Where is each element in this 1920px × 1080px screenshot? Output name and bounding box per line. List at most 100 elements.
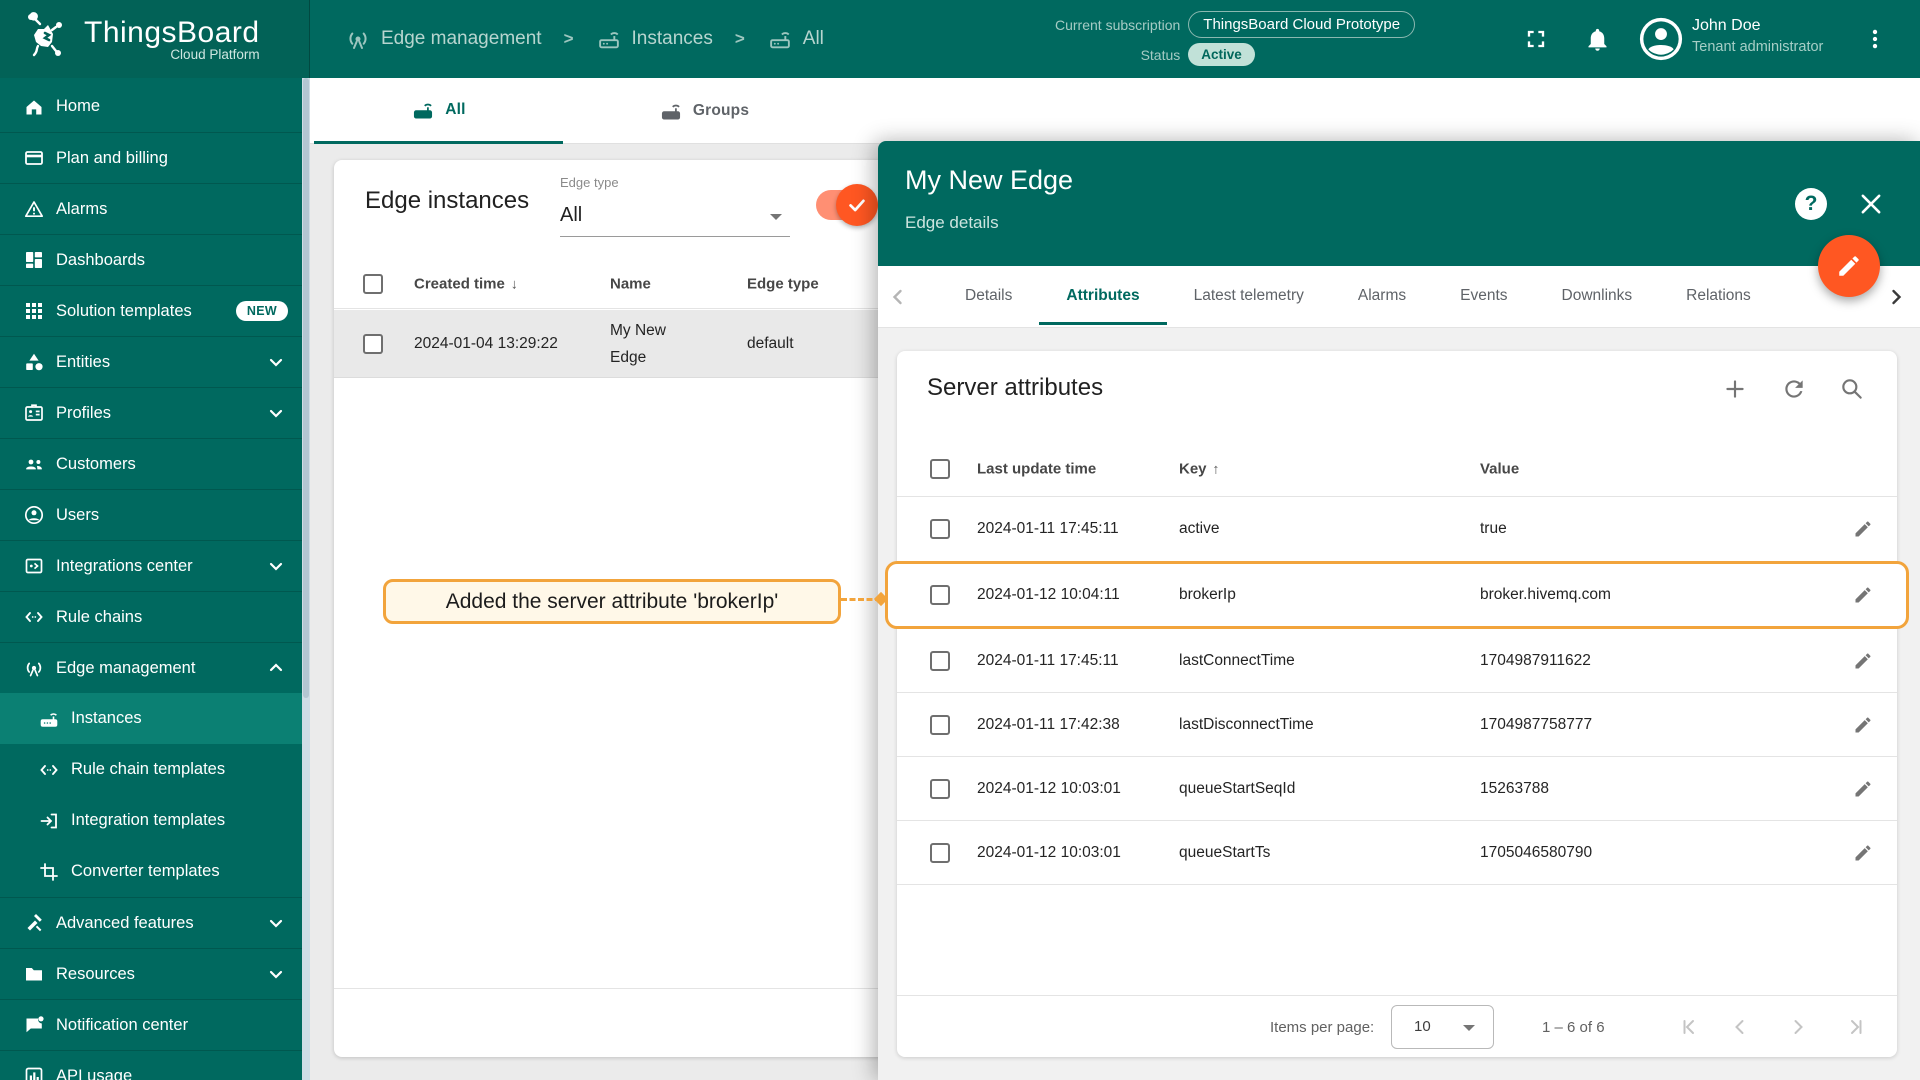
sidebar: Home Plan and billing Alarms Dashboards … xyxy=(0,78,310,1080)
sidebar-item-home[interactable]: Home xyxy=(0,81,302,132)
close-icon[interactable] xyxy=(1857,190,1885,218)
attribute-row[interactable]: 2024-01-11 17:45:11 lastConnectTime 1704… xyxy=(897,629,1897,693)
sidebar-item-alarms[interactable]: Alarms xyxy=(0,183,302,234)
edge-instances-title: Edge instances xyxy=(365,187,530,214)
dropdown-arrow-icon xyxy=(1463,1025,1475,1031)
tab-alarms[interactable]: Alarms xyxy=(1331,266,1433,325)
notifications-button[interactable] xyxy=(1584,0,1611,78)
sidebar-item-edge-management[interactable]: Edge management xyxy=(0,642,302,693)
sidebar-item-plan-and-billing[interactable]: Plan and billing xyxy=(0,132,302,183)
fullscreen-button[interactable] xyxy=(1522,0,1550,78)
tab-relations[interactable]: Relations xyxy=(1659,266,1778,325)
tabs-scroll-left-icon[interactable] xyxy=(886,285,910,309)
subscription-plan-chip[interactable]: ThingsBoard Cloud Prototype xyxy=(1188,11,1416,38)
sort-desc-icon[interactable]: ↓ xyxy=(511,276,518,292)
row-checkbox[interactable] xyxy=(930,519,950,539)
last-page-icon[interactable] xyxy=(1843,1015,1867,1039)
attribute-row[interactable]: 2024-01-11 17:45:11 active true xyxy=(897,497,1897,561)
sidebar-item-integration-templates[interactable]: Integration templates xyxy=(0,795,302,846)
row-checkbox[interactable] xyxy=(930,778,950,799)
scrollbar-thumb[interactable] xyxy=(303,78,309,698)
sidebar-item-entities[interactable]: Entities xyxy=(0,336,302,387)
help-button[interactable]: ? xyxy=(1795,188,1827,220)
app-logo[interactable]: ThingsBoard Cloud Platform xyxy=(0,0,310,78)
sidebar-item-customers[interactable]: Customers xyxy=(0,438,302,489)
tab-events[interactable]: Events xyxy=(1433,266,1534,325)
more-menu-button[interactable] xyxy=(1862,0,1888,78)
router-icon xyxy=(598,32,619,49)
select-all-checkbox[interactable] xyxy=(930,459,950,479)
edge-management-icon xyxy=(26,662,42,677)
sidebar-item-solution-templates[interactable]: Solution templates NEW xyxy=(0,285,302,336)
edit-attribute-icon[interactable] xyxy=(1853,519,1873,539)
sidebar-item-profiles[interactable]: Profiles xyxy=(0,387,302,438)
crop-icon xyxy=(40,862,58,881)
items-per-page-select[interactable]: 10 xyxy=(1391,1005,1494,1049)
sidebar-item-api-usage[interactable]: API usage xyxy=(0,1050,302,1080)
row-checkbox[interactable] xyxy=(363,334,383,354)
pagination-range: 1 – 6 of 6 xyxy=(1542,1019,1605,1036)
breadcrumb-label: All xyxy=(802,28,824,49)
edit-attribute-icon[interactable] xyxy=(1853,779,1873,799)
breadcrumb-all[interactable]: All xyxy=(767,26,824,52)
first-page-icon[interactable] xyxy=(1678,1015,1702,1039)
exit-to-app-icon xyxy=(40,813,57,828)
sort-asc-icon[interactable]: ↑ xyxy=(1213,460,1220,476)
sidebar-item-rule-chains[interactable]: Rule chains xyxy=(0,591,302,642)
edge-type-select[interactable]: All xyxy=(560,196,790,237)
subscription-label: Current subscription xyxy=(1055,16,1181,33)
breadcrumb-edge-management[interactable]: Edge management xyxy=(345,26,542,52)
chevron-down-icon xyxy=(269,970,283,979)
user-avatar[interactable] xyxy=(1638,0,1684,78)
chevron-down-icon xyxy=(269,409,283,418)
tab-downlinks[interactable]: Downlinks xyxy=(1535,266,1660,325)
breadcrumb-label: Edge management xyxy=(381,28,542,49)
sidebar-item-integrations-center[interactable]: Integrations center xyxy=(0,540,302,591)
user-menu[interactable]: John Doe Tenant administrator xyxy=(1692,17,1823,55)
status-label: Status xyxy=(1140,46,1181,63)
edit-attribute-icon[interactable] xyxy=(1853,651,1873,671)
row-checkbox[interactable] xyxy=(930,650,950,671)
select-all-checkbox[interactable] xyxy=(363,274,383,294)
edit-attribute-icon[interactable] xyxy=(1853,585,1873,605)
tab-latest-telemetry[interactable]: Latest telemetry xyxy=(1167,266,1331,325)
next-page-icon[interactable] xyxy=(1786,1015,1810,1039)
sidebar-item-rule-chain-templates[interactable]: Rule chain templates xyxy=(0,744,302,795)
tab-all[interactable]: All xyxy=(314,78,563,144)
tools-icon xyxy=(27,914,42,932)
previous-page-icon[interactable] xyxy=(1728,1015,1752,1039)
tab-details[interactable]: Details xyxy=(938,266,1039,325)
sidebar-item-dashboards[interactable]: Dashboards xyxy=(0,234,302,285)
sidebar-scrollbar[interactable] xyxy=(302,78,310,1080)
edit-fab-button[interactable] xyxy=(1818,235,1880,297)
edit-attribute-icon[interactable] xyxy=(1853,843,1873,863)
row-checkbox[interactable] xyxy=(930,585,950,605)
search-icon[interactable] xyxy=(1839,376,1865,402)
include-customers-toggle[interactable] xyxy=(816,184,878,226)
attribute-row[interactable]: 2024-01-12 10:03:01 queueStartTs 1705046… xyxy=(897,821,1897,885)
breadcrumb-instances[interactable]: Instances xyxy=(596,26,713,52)
tab-groups[interactable]: Groups xyxy=(563,78,845,144)
annotation-text: Added the server attribute 'brokerIp' xyxy=(445,589,779,613)
rule-chain-icon xyxy=(40,764,58,775)
badge-icon xyxy=(25,404,43,421)
sidebar-item-users[interactable]: Users xyxy=(0,489,302,540)
sidebar-item-instances[interactable]: Instances xyxy=(0,693,302,744)
top-header: ThingsBoard Cloud Platform Edge manageme… xyxy=(0,0,1920,78)
row-checkbox[interactable] xyxy=(930,842,950,863)
attribute-row-brokerip[interactable]: 2024-01-12 10:04:11 brokerIp broker.hive… xyxy=(885,561,1909,629)
attribute-row[interactable]: 2024-01-12 10:03:01 queueStartSeqId 1526… xyxy=(897,757,1897,821)
sidebar-item-resources[interactable]: Resources xyxy=(0,948,302,999)
tabs-scroll-right-icon[interactable] xyxy=(1884,285,1908,309)
row-checkbox[interactable] xyxy=(930,714,950,735)
sidebar-item-converter-templates[interactable]: Converter templates xyxy=(0,846,302,897)
add-attribute-icon[interactable] xyxy=(1722,376,1748,402)
sidebar-item-advanced-features[interactable]: Advanced features xyxy=(0,897,302,948)
attribute-row[interactable]: 2024-01-11 17:42:38 lastDisconnectTime 1… xyxy=(897,693,1897,757)
tab-attributes[interactable]: Attributes xyxy=(1039,266,1167,325)
entity-tabstrip: All Groups xyxy=(310,78,1920,144)
sidebar-item-notification-center[interactable]: Notification center xyxy=(0,999,302,1050)
panel-subtitle: Edge details xyxy=(905,213,999,232)
edit-attribute-icon[interactable] xyxy=(1853,715,1873,735)
refresh-icon[interactable] xyxy=(1781,376,1807,402)
